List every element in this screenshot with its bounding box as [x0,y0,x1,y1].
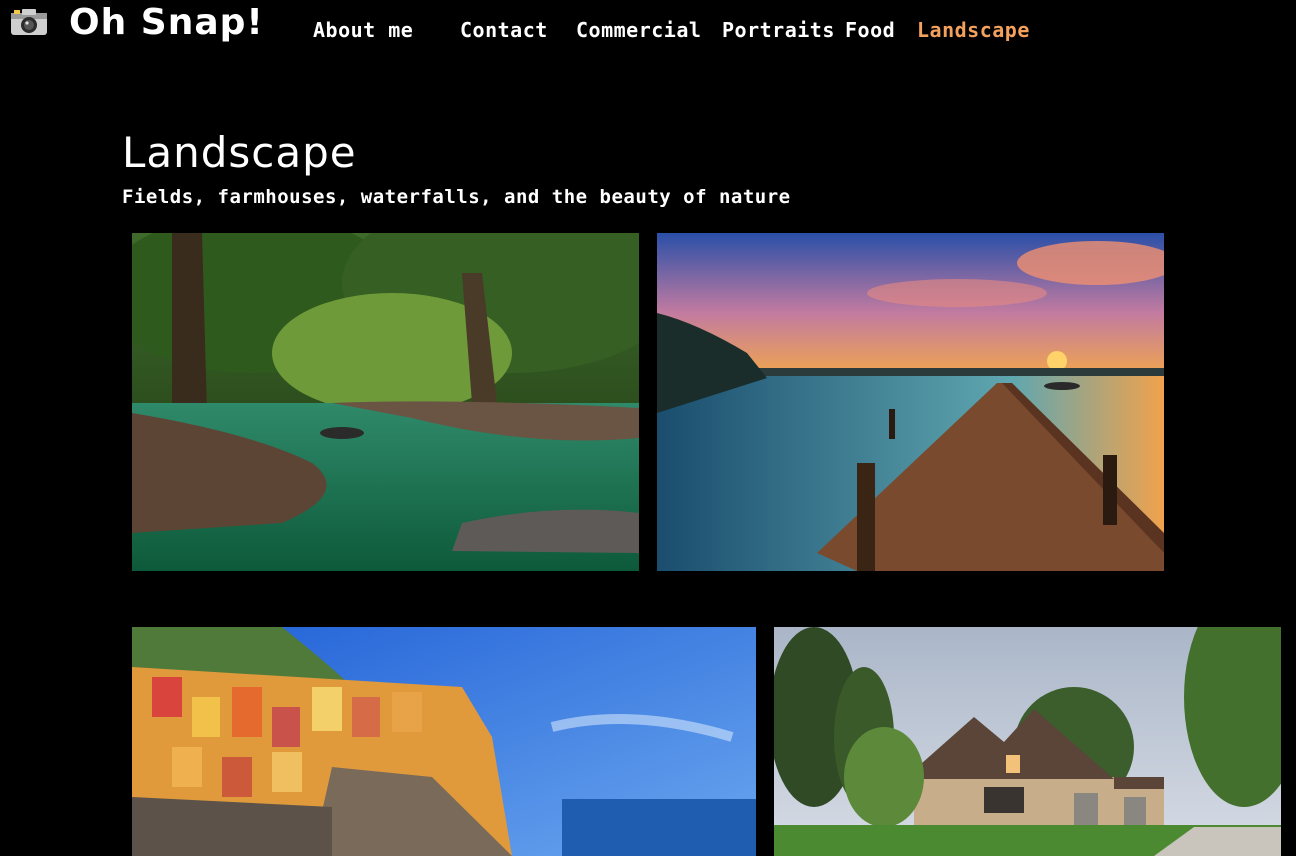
photo-lake-pier[interactable] [657,233,1164,571]
nav-item-landscape[interactable]: Landscape [917,18,1030,42]
site-header: Oh Snap! About me Contact Commercial Por… [0,0,1296,60]
page-subtitle: Fields, farmhouses, waterfalls, and the … [122,186,791,208]
nav-item-food[interactable]: Food [845,18,895,42]
nav-item-commercial[interactable]: Commercial [576,18,701,42]
page-title: Landscape [122,128,357,177]
photo-forest-river[interactable] [132,233,639,571]
photo-cliffside-village[interactable] [132,627,756,856]
nav-item-portraits[interactable]: Portraits [722,18,835,42]
photo-stone-house[interactable] [774,627,1281,856]
camera-icon[interactable] [10,6,48,36]
nav-item-about-me[interactable]: About me [313,18,413,42]
nav-item-contact[interactable]: Contact [460,18,548,42]
site-logo-text[interactable]: Oh Snap! [69,2,264,43]
